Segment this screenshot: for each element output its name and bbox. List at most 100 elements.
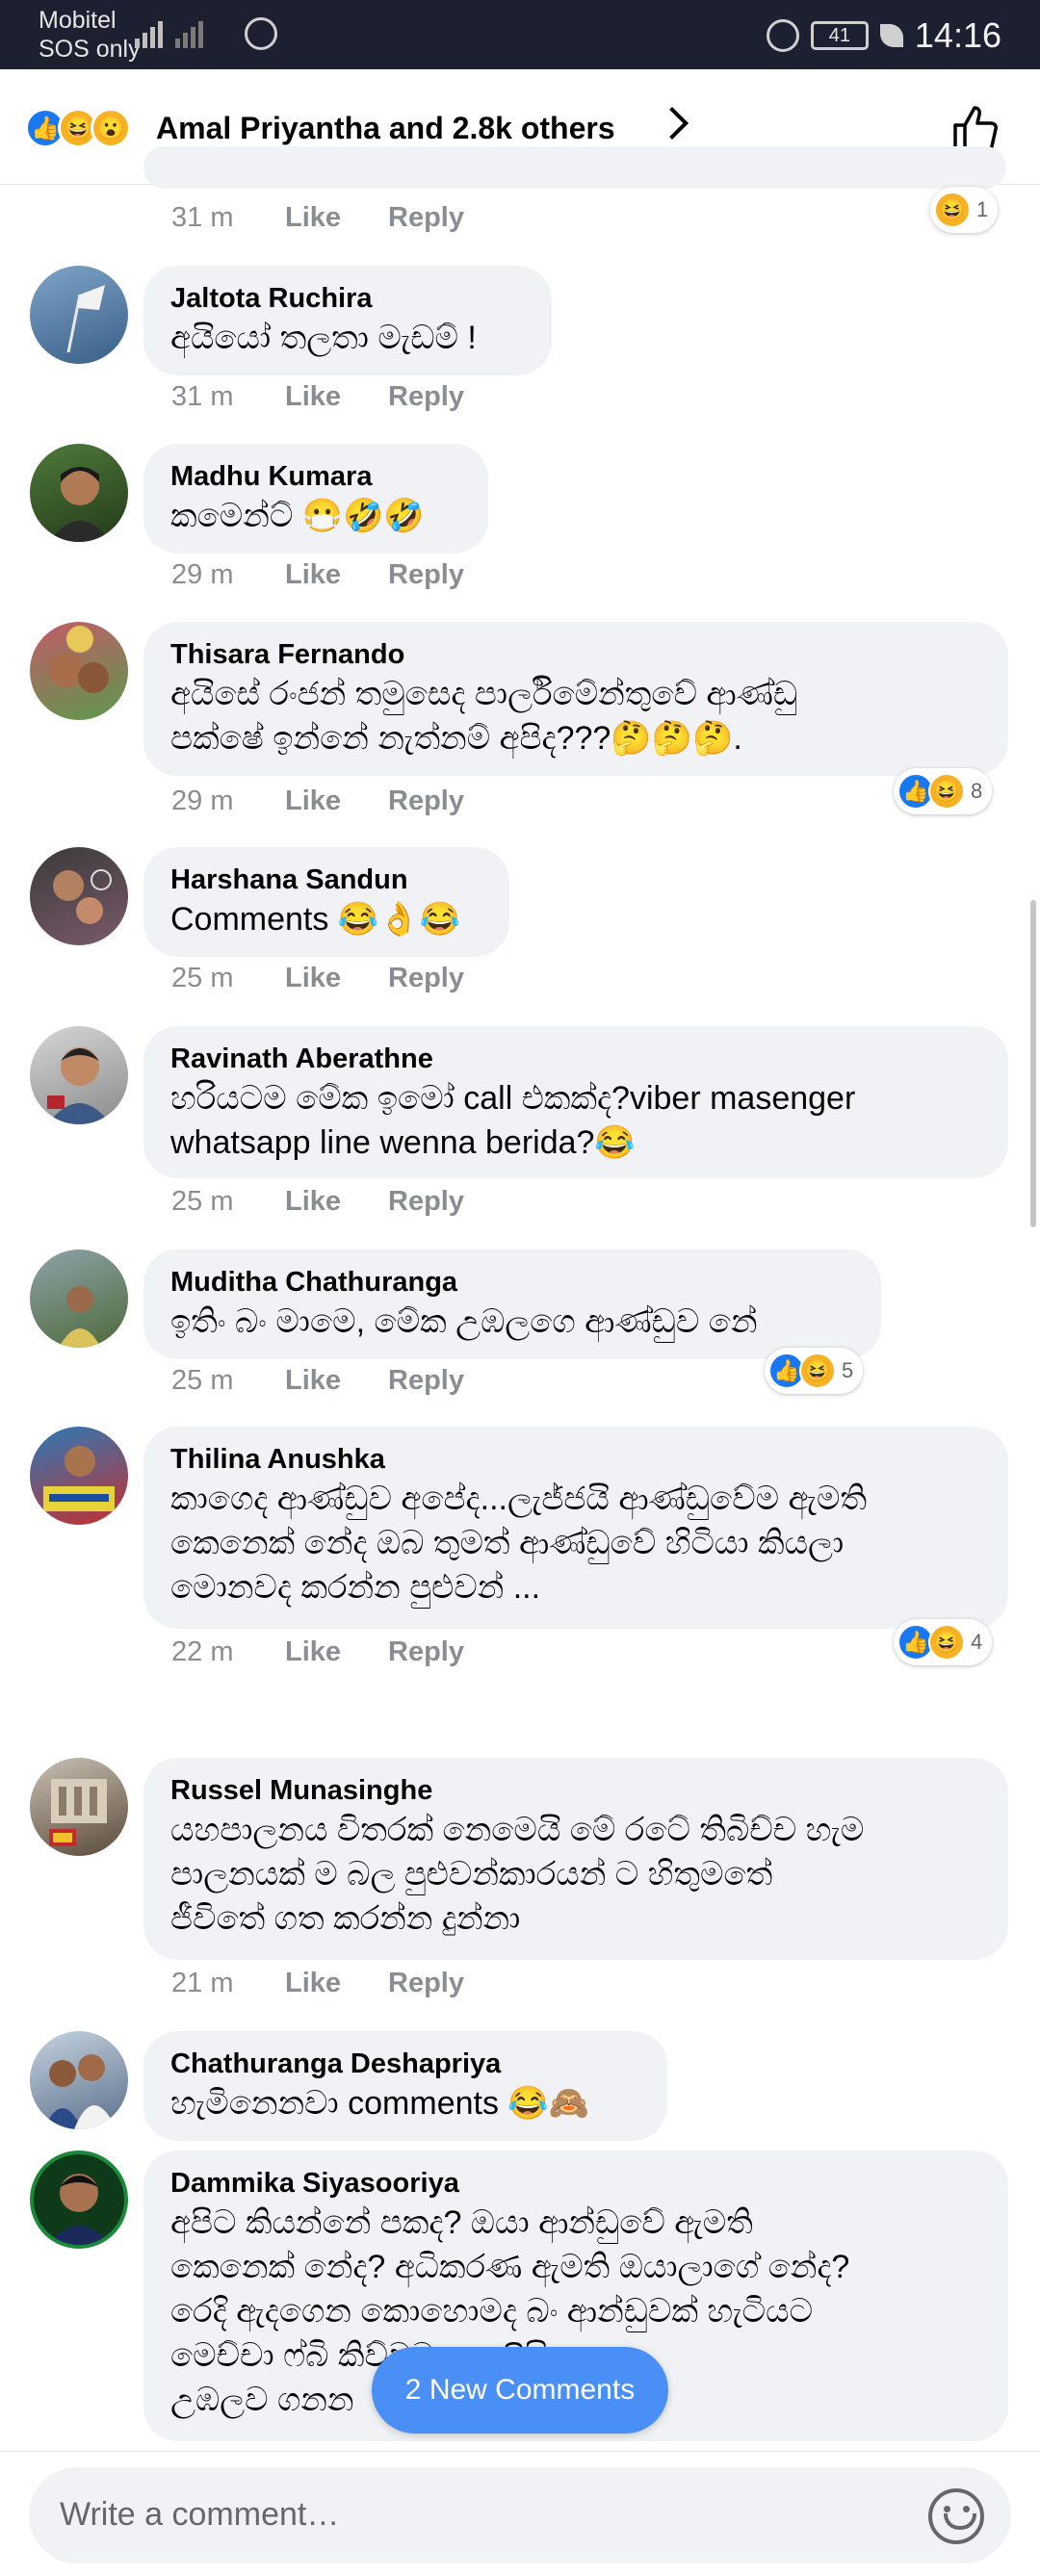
carrier-name: Mobitel — [39, 7, 117, 34]
comment-bubble[interactable]: Muditha Chathuranga ඉතිං බං මාමෙ, මේක උඹ… — [143, 1249, 881, 1359]
comment-like-button[interactable]: Like — [285, 784, 388, 818]
comment-author[interactable]: Harshana Sandun — [170, 863, 482, 897]
comment-reaction-badge[interactable]: 👍 😆 4 — [894, 1619, 993, 1665]
comment-text: ඉතිං බං මාමෙ, මේක උඹලගෙ ආණ්ඩුව නේ — [170, 1303, 758, 1340]
battery-icon: 41 — [810, 21, 869, 50]
comment-author[interactable]: Ravinath Aberathne — [170, 1042, 981, 1076]
reaction-count: 5 — [842, 1358, 854, 1382]
haha-icon: 😆 — [928, 773, 965, 810]
comment-reply-button[interactable]: Reply — [388, 1184, 464, 1219]
comment-text: හරියටම මේක ඉමෝ call එකක්ද?viber masenger… — [170, 1080, 856, 1161]
comment-reply-button[interactable]: Reply — [388, 784, 464, 818]
comment-meta: 25 m Like Reply — [171, 961, 464, 995]
comment-composer: Write a comment… — [0, 2451, 1040, 2576]
comment-like-button[interactable]: Like — [285, 1635, 388, 1669]
reactions-summary[interactable]: Amal Priyantha and 2.8k others — [156, 108, 615, 148]
comment-reply-button[interactable]: Reply — [388, 961, 464, 995]
avatar[interactable] — [30, 2151, 128, 2249]
clock: 14:16 — [914, 15, 1001, 55]
haha-icon: 😆 — [928, 1624, 965, 1661]
avatar[interactable] — [30, 444, 128, 542]
avatar[interactable] — [30, 847, 128, 945]
avatar[interactable] — [30, 1427, 128, 1525]
comment-like-button[interactable]: Like — [285, 961, 388, 995]
comment-meta: 29 m Like Reply — [171, 784, 464, 818]
comment-reaction-badge[interactable]: 😆 1 — [930, 187, 999, 233]
comment-bubble[interactable]: Russel Munasinghe යහපාලනය විතරක් නෙමෙයි … — [143, 1758, 1008, 1960]
comment-meta: 22 m Like Reply — [171, 1635, 464, 1669]
comment-meta: 21 m Like Reply — [171, 1966, 464, 2000]
status-right: 41 14:16 — [766, 15, 1001, 56]
comment-input[interactable]: Write a comment… — [29, 2467, 1011, 2563]
comment-reply-button[interactable]: Reply — [388, 1635, 464, 1669]
avatar[interactable] — [30, 1758, 128, 1856]
avatar[interactable] — [30, 2031, 128, 2129]
comment-like-button[interactable]: Like — [285, 1363, 388, 1398]
avatar[interactable] — [30, 1026, 128, 1124]
comment-author[interactable]: Jaltota Ruchira — [170, 281, 525, 316]
comment-author[interactable]: Russel Munasinghe — [170, 1773, 981, 1808]
comment-author[interactable]: Muditha Chathuranga — [170, 1265, 854, 1300]
comment-time: 21 m — [171, 1968, 234, 1998]
comment-bubble[interactable] — [143, 146, 1006, 189]
comment-time: 29 m — [171, 786, 234, 816]
comment-time: 31 m — [171, 381, 234, 412]
comment-text: හැමිනෙනවා comments 😂🙈 — [170, 2085, 590, 2122]
haha-icon: 😆 — [934, 192, 971, 228]
comment-author[interactable]: Thilina Anushka — [170, 1442, 981, 1477]
comment-like-button[interactable]: Like — [285, 200, 388, 235]
avatar[interactable] — [30, 622, 128, 720]
reaction-count: 4 — [971, 1630, 983, 1654]
comment-author[interactable]: Thisara Fernando — [170, 637, 981, 672]
comment-reply-button[interactable]: Reply — [388, 200, 464, 235]
avatar[interactable] — [30, 1249, 128, 1348]
data-saver-icon — [766, 19, 799, 52]
wow-icon: 😮 — [91, 108, 131, 148]
comment-meta: 25 m Like Reply — [171, 1184, 464, 1219]
signal-icon — [135, 15, 203, 48]
comment-meta: 31 m Like Reply — [171, 379, 464, 414]
leaf-icon — [879, 24, 903, 47]
comment-time: 25 m — [171, 1365, 234, 1396]
avatar[interactable] — [30, 266, 128, 364]
comment-bubble[interactable]: Thisara Fernando අයිසේ රංජන් තමුසෙද පාර්… — [143, 622, 1008, 776]
whatsapp-icon — [245, 17, 277, 50]
comment-bubble[interactable]: Thilina Anushka කාගෙද ආණ්ඩුව අපේද...ලැජ්… — [143, 1427, 1008, 1629]
new-comments-button[interactable]: 2 New Comments — [372, 2347, 668, 2434]
comment-bubble[interactable]: Chathuranga Deshapriya හැමිනෙනවා comment… — [143, 2031, 667, 2141]
comment-like-button[interactable]: Like — [285, 379, 388, 414]
comment-meta: 25 m Like Reply — [171, 1363, 464, 1398]
header-reaction-icons: 👍 😆 😮 — [25, 108, 131, 148]
comment-author[interactable]: Dammika Siyasooriya — [170, 2166, 981, 2201]
comment-reply-button[interactable]: Reply — [388, 379, 464, 414]
comment-time: 29 m — [171, 559, 234, 590]
scrollbar[interactable] — [1030, 900, 1036, 1227]
comment-like-button[interactable]: Like — [285, 557, 388, 592]
comment-time: 25 m — [171, 963, 234, 993]
comment-bubble[interactable]: Madhu Kumara කමෙන්ට් 😷🤣🤣 — [143, 444, 488, 554]
comment-text: අයිසේ රංජන් තමුසෙද පාර්ලිමේන්තුවේ ආණ්ඩු … — [170, 676, 798, 757]
emoji-icon[interactable] — [928, 2488, 984, 2544]
reaction-count: 1 — [976, 197, 989, 221]
comment-author[interactable]: Madhu Kumara — [170, 459, 461, 494]
comment-time: 25 m — [171, 1186, 234, 1217]
comment-bubble[interactable]: Harshana Sandun Comments 😂👌😂 — [143, 847, 509, 957]
comment-like-button[interactable]: Like — [285, 1184, 388, 1219]
comment-time: 22 m — [171, 1636, 234, 1667]
comment-reaction-badge[interactable]: 👍 😆 8 — [894, 768, 993, 814]
comment-text: කාගෙද ආණ්ඩුව අපේද...ලැජ්ජයි ආණ්ඩුවේම ඇමත… — [170, 1481, 868, 1606]
comment-bubble[interactable]: Ravinath Aberathne හරියටම මේක ඉමෝ call එ… — [143, 1026, 1008, 1178]
comment-bubble[interactable]: Jaltota Ruchira අයියෝ තලතා මැඩම් ! — [143, 266, 552, 375]
chevron-right-icon[interactable] — [656, 107, 689, 140]
comment-reply-button[interactable]: Reply — [388, 557, 464, 592]
comment-time: 31 m — [171, 202, 234, 233]
comment-text: Comments 😂👌😂 — [170, 901, 460, 938]
comment-author[interactable]: Chathuranga Deshapriya — [170, 2047, 640, 2081]
comment-reply-button[interactable]: Reply — [388, 1966, 464, 2000]
status-bar: Mobitel SOS only 41 14:16 — [0, 0, 1040, 69]
comment-text: කමෙන්ට් 😷🤣🤣 — [170, 498, 425, 534]
comment-reply-button[interactable]: Reply — [388, 1363, 464, 1398]
comment-like-button[interactable]: Like — [285, 1966, 388, 2000]
comment-reaction-badge[interactable]: 👍 😆 5 — [765, 1348, 864, 1394]
carrier-info: Mobitel SOS only — [39, 6, 141, 64]
